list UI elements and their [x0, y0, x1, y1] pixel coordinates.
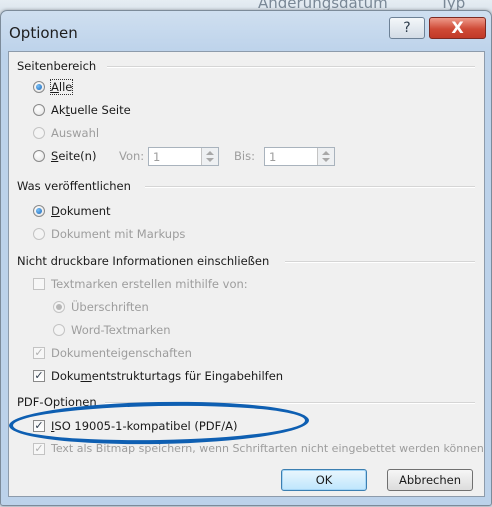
von-label: Von: — [119, 149, 145, 163]
radio-word-textmarken: Word-Textmarken — [53, 323, 171, 337]
radio-markups-label: Dokument mit Markups — [51, 227, 186, 241]
radio-button — [53, 324, 65, 336]
von-spinner[interactable]: 1 — [148, 147, 219, 166]
radio-button — [33, 228, 45, 240]
section-header-was-veroeffentlichen: Was veröffentlichen — [17, 179, 131, 193]
von-value: 1 — [153, 150, 161, 164]
bis-spinner[interactable]: 1 — [264, 147, 335, 166]
cancel-button[interactable]: Abbrechen — [387, 469, 473, 491]
checkmark-icon: ✓ — [33, 346, 45, 359]
section-divider — [145, 186, 475, 188]
ok-button[interactable]: OK — [281, 469, 367, 491]
bis-label: Bis: — [234, 149, 255, 163]
radio-button — [33, 127, 45, 139]
checkmark-icon: ✓ — [33, 441, 45, 455]
help-icon: ? — [403, 20, 411, 36]
radio-auswahl: Auswahl — [33, 126, 99, 140]
radio-dokument-mit-markups: Dokument mit Markups — [33, 227, 185, 241]
radio-button[interactable] — [33, 150, 45, 162]
radio-word-label: Word-Textmarken — [71, 323, 171, 337]
radio-button[interactable] — [33, 104, 45, 116]
radio-button[interactable] — [33, 81, 45, 93]
von-spinner-buttons[interactable] — [201, 148, 218, 165]
spin-down-icon[interactable] — [322, 158, 330, 162]
checkbox-eigenschaften-label: Dokumenteigenschaften — [51, 346, 192, 360]
radio-ueberschriften-label: Überschriften — [71, 300, 149, 314]
checkbox-struktur-label: Dokumentstrukturtags für Eingabehilfen — [51, 369, 284, 383]
radio-seiten[interactable]: Seite(n) — [33, 149, 96, 163]
radio-auswahl-label: Auswahl — [51, 126, 100, 140]
radio-aktuelle-label: Aktuelle Seite — [51, 103, 131, 117]
section-header-nicht-druckbare: Nicht druckbare Informationen einschließ… — [17, 254, 270, 268]
radio-seiten-label: Seite(n) — [51, 149, 97, 163]
checkbox-textmarken-label: Textmarken erstellen mithilfe von: — [51, 277, 248, 291]
spin-up-icon[interactable] — [322, 151, 330, 155]
radio-dot-icon — [36, 208, 42, 214]
checkbox-textmarken: Textmarken erstellen mithilfe von: — [33, 277, 248, 291]
close-button[interactable]: X — [429, 17, 486, 39]
section-header-seitenbereich: Seitenbereich — [17, 59, 97, 73]
section-divider — [107, 66, 475, 68]
checkbox-text-als-bitmap: ✓ Text als Bitmap speichern, wenn Schrif… — [33, 442, 484, 455]
checkbox-dokumenteigenschaften: ✓ Dokumenteigenschaften — [33, 346, 192, 360]
help-button[interactable]: ? — [389, 17, 425, 39]
checkmark-icon[interactable]: ✓ — [33, 370, 45, 382]
radio-dokument-label: Dokument — [51, 204, 111, 218]
radio-alle[interactable]: Alle — [33, 79, 74, 95]
spin-down-icon[interactable] — [206, 158, 214, 162]
radio-dot-icon — [36, 84, 42, 90]
bis-spinner-buttons[interactable] — [317, 148, 334, 165]
radio-ueberschriften: Überschriften — [53, 300, 149, 314]
checkbox — [33, 278, 45, 290]
dialog-title: Optionen — [9, 24, 78, 42]
checkbox-bitmap-label: Text als Bitmap speichern, wenn Schrifta… — [51, 442, 484, 455]
radio-button[interactable] — [33, 205, 45, 217]
spin-up-icon[interactable] — [206, 151, 214, 155]
bis-value: 1 — [269, 150, 277, 164]
section-divider — [285, 261, 475, 263]
radio-button — [53, 301, 65, 313]
checkbox-dokumentstrukturtags[interactable]: ✓ Dokumentstrukturtags für Eingabehilfen — [33, 369, 283, 383]
radio-dokument[interactable]: Dokument — [33, 204, 111, 218]
close-icon: X — [451, 18, 464, 37]
radio-alle-label: Alle — [49, 79, 74, 95]
radio-dot-icon — [56, 304, 62, 310]
radio-aktuelle-seite[interactable]: Aktuelle Seite — [33, 103, 131, 117]
